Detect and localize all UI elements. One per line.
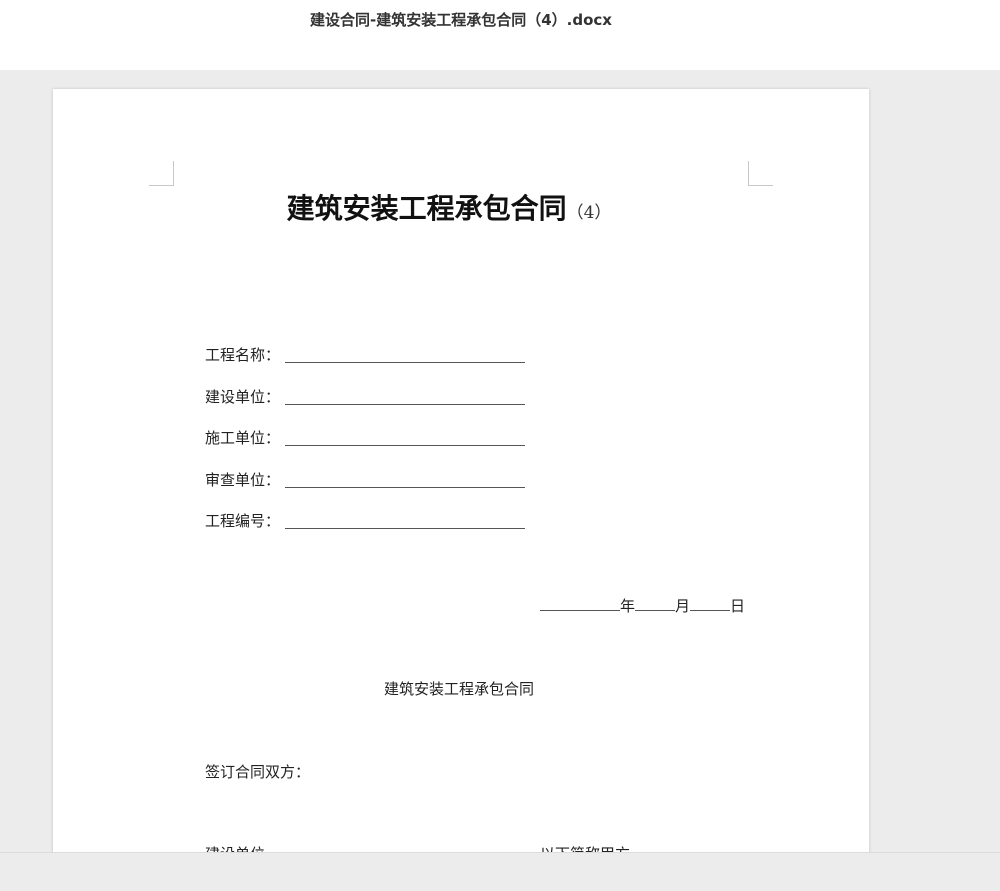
document-subtitle: 建筑安装工程承包合同 — [383, 680, 534, 698]
field-label: 审查单位： — [205, 471, 281, 489]
field-review-unit: 审查单位： — [205, 469, 525, 490]
field-blank-line — [285, 528, 525, 529]
field-project-name: 工程名称： — [205, 344, 525, 365]
parties-label: 签订合同双方： — [205, 763, 311, 781]
field-label: 施工单位： — [205, 429, 281, 447]
year-label: 年 — [620, 597, 636, 615]
party-a-label: 建设单位 — [205, 843, 265, 852]
field-construction-unit: 建设单位： — [205, 386, 525, 407]
year-blank — [540, 596, 620, 611]
field-blank-line — [285, 445, 525, 446]
field-label: 建设单位： — [205, 388, 281, 406]
month-blank — [635, 596, 676, 611]
crop-mark-top-left — [149, 161, 174, 186]
document-page: 建筑安装工程承包合同（4） 工程名称： 建设单位： 施工单位： 审查单位： 工程… — [53, 89, 869, 852]
title-main: 建筑安装工程承包合同 — [286, 192, 567, 225]
party-a-note: 以下简称甲方 — [540, 843, 630, 852]
bottom-bar — [0, 852, 1000, 891]
field-blank-line — [285, 404, 525, 405]
month-label: 月 — [675, 597, 691, 615]
field-builder-unit: 施工单位： — [205, 427, 525, 448]
date-line: 年月日 — [540, 595, 745, 616]
crop-mark-top-right — [748, 161, 773, 186]
field-blank-line — [285, 487, 525, 488]
field-label: 工程编号： — [205, 512, 281, 530]
field-blank-line — [285, 362, 525, 363]
day-blank — [690, 596, 731, 611]
title-suffix: （4） — [566, 203, 612, 223]
day-label: 日 — [730, 597, 746, 615]
document-title: 建筑安装工程承包合同（4） — [53, 187, 869, 227]
title-bar: 建设合同-建筑安装工程承包合同（4）.docx — [0, 0, 1000, 70]
field-label: 工程名称： — [205, 346, 281, 364]
field-project-number: 工程编号： — [205, 510, 525, 531]
document-file-name: 建设合同-建筑安装工程承包合同（4）.docx — [310, 11, 612, 29]
document-viewer[interactable]: 建筑安装工程承包合同（4） 工程名称： 建设单位： 施工单位： 审查单位： 工程… — [0, 70, 1000, 852]
